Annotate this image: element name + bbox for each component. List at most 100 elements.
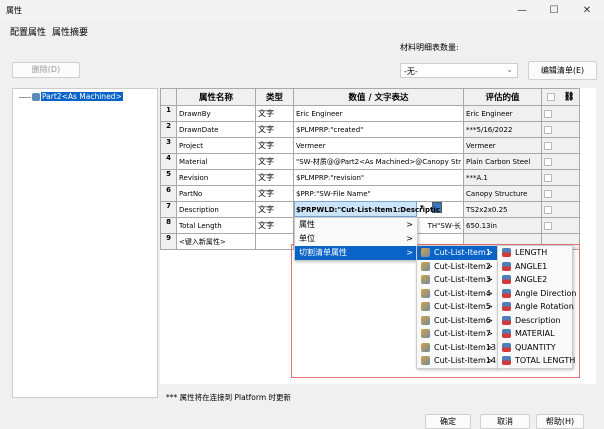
cut-list-property[interactable]: LENGTH: [498, 246, 572, 260]
value-cell[interactable]: Eric Engineer: [292, 105, 465, 122]
cut-list-property[interactable]: Angle Rotation: [498, 300, 574, 314]
property-name-cell[interactable]: PartNo: [176, 185, 256, 202]
close-button[interactable]: ✕: [577, 3, 597, 19]
type-cell[interactable]: 文字: [255, 121, 294, 138]
property-name-cell[interactable]: <键入新属性>: [176, 233, 256, 250]
header-name: 属性名称: [176, 88, 256, 106]
cancel-button[interactable]: 取消: [480, 414, 530, 429]
cut-list-property[interactable]: MATERIAL: [498, 327, 572, 341]
cut-list-icon: [421, 288, 430, 298]
property-icon: [502, 315, 511, 325]
cut-list-property[interactable]: QUANTITY: [498, 341, 572, 355]
link-checkbox[interactable]: [544, 173, 553, 182]
ok-button[interactable]: 确定: [425, 414, 471, 429]
cut-list-item[interactable]: Cut-List-Item13 >: [417, 341, 497, 355]
cut-list-item-label: Cut-List-Item5: [434, 302, 491, 311]
tab-config-properties[interactable]: 配置属性: [8, 24, 49, 38]
cut-list-item[interactable]: Cut-List-Item4 >: [417, 287, 497, 301]
maximize-button[interactable]: ☐: [544, 3, 564, 19]
eval-cell: Plain Carbon Steel: [463, 153, 543, 170]
property-name-cell[interactable]: Project: [176, 137, 256, 154]
cut-list-property[interactable]: Description: [498, 314, 572, 328]
tree-item-part2[interactable]: Part2<As Machined>: [41, 92, 123, 101]
type-cell[interactable]: 文字: [255, 137, 294, 154]
table-row: 4 Material 文字 "SW-材质@@Part2<As Machined>…: [160, 153, 581, 170]
property-name-cell[interactable]: Total Length: [176, 217, 256, 234]
menu-item[interactable]: 属性 >: [295, 218, 417, 232]
row-number: 5: [160, 169, 177, 186]
header-num: [160, 88, 177, 106]
menu-item[interactable]: 单位 >: [295, 232, 417, 246]
link-checkbox[interactable]: [544, 141, 553, 150]
chevron-right-icon: >: [486, 288, 493, 298]
type-cell[interactable]: 文字: [255, 201, 294, 218]
cut-list-property-submenu: LENGTH ANGLE1 ANGLE2 Angle Direction Angle R…: [497, 245, 576, 369]
cut-list-item[interactable]: Cut-List-Item1 >: [417, 246, 497, 260]
type-cell[interactable]: [255, 233, 294, 250]
property-icon: [502, 275, 511, 284]
value-cell[interactable]: $PRP:"SW-File Name": [292, 185, 465, 202]
link-checkbox[interactable]: [544, 205, 553, 214]
type-cell[interactable]: 文字: [255, 217, 294, 234]
select-all-checkbox[interactable]: [546, 92, 555, 101]
value-cell[interactable]: $PLMPRP:"created": [292, 121, 465, 138]
cut-list-property[interactable]: ANGLE2: [498, 273, 572, 287]
cut-list-item-label: Cut-List-Item1: [434, 248, 491, 257]
value-cell[interactable]: "SW-材质@@Part2<As Machined>@Canopy Str: [292, 153, 465, 170]
minimize-button[interactable]: —: [512, 3, 532, 19]
link-cell: [541, 169, 581, 186]
header-eval: 评估的值: [463, 88, 543, 106]
link-cell: [541, 185, 581, 202]
property-name-cell[interactable]: Material: [176, 153, 256, 170]
cut-list-item[interactable]: Cut-List-Item2 >: [417, 260, 497, 274]
property-name-cell[interactable]: DrawnDate: [176, 121, 256, 138]
cut-list-icon: [421, 315, 430, 325]
tab-summary[interactable]: 属性摘要: [50, 24, 90, 38]
eval-cell: 650.13in: [463, 217, 543, 234]
property-name-cell[interactable]: Description: [176, 201, 256, 218]
chevron-right-icon: >: [486, 261, 493, 271]
value-cell[interactable]: Vermeer: [292, 137, 465, 154]
delete-button[interactable]: 删除(D): [12, 62, 80, 78]
cut-list-property[interactable]: ANGLE1: [498, 260, 572, 274]
table-row: 6 PartNo 文字 $PRP:"SW-File Name" Canopy S…: [160, 185, 581, 202]
property-icon: [502, 248, 511, 257]
cut-list-item[interactable]: Cut-List-Item6 >: [417, 314, 497, 328]
cut-list-property[interactable]: TOTAL LENGTH: [498, 354, 575, 368]
part-icon: [32, 93, 40, 101]
property-icon: [502, 302, 511, 311]
cut-list-property[interactable]: Angle Direction: [498, 287, 576, 301]
type-cell[interactable]: 文字: [255, 105, 294, 122]
menu-item[interactable]: 切割清单属性 >: [295, 246, 417, 260]
property-name-cell[interactable]: Revision: [176, 169, 256, 186]
footer-note: *** 属性将在连接到 Platform 时更新: [166, 393, 292, 402]
cut-list-item[interactable]: Cut-List-Item5 >: [417, 300, 497, 314]
link-checkbox[interactable]: [544, 157, 553, 166]
value-cell[interactable]: $PRPWLD:"Cut-List-Item1:Descriptic: [292, 201, 465, 218]
cut-list-item[interactable]: Cut-List-Item3 >: [417, 273, 497, 287]
type-cell[interactable]: 文字: [255, 169, 294, 186]
property-icon: [502, 342, 511, 352]
link-cell: [541, 217, 581, 234]
link-checkbox[interactable]: [544, 189, 553, 198]
type-cell[interactable]: 文字: [255, 185, 294, 202]
chevron-right-icon: >: [406, 248, 413, 257]
eval-cell: Eric Engineer: [463, 105, 543, 122]
link-checkbox[interactable]: [544, 221, 553, 230]
cut-list-icon: [421, 261, 430, 271]
cut-list-property-label: QUANTITY: [515, 342, 556, 352]
property-icon: [502, 288, 511, 298]
chevron-right-icon: >: [486, 302, 493, 311]
header-value: 数值 / 文字表达: [292, 88, 465, 106]
bom-qty-select[interactable]: -无- ⌄: [400, 63, 518, 78]
edit-list-button[interactable]: 编辑清单(E): [528, 61, 597, 80]
link-checkbox[interactable]: [544, 109, 553, 118]
cut-list-item[interactable]: Cut-List-Item7 >: [417, 327, 497, 341]
cut-list-property-label: MATERIAL: [515, 329, 555, 338]
help-button[interactable]: 帮助(H): [536, 414, 584, 429]
type-cell[interactable]: 文字: [255, 153, 294, 170]
link-checkbox[interactable]: [544, 125, 553, 134]
cut-list-item[interactable]: Cut-List-Item14 >: [417, 354, 497, 368]
property-name-cell[interactable]: DrawnBy: [176, 105, 256, 122]
value-cell[interactable]: $PLMPRP:"revision": [292, 169, 465, 186]
